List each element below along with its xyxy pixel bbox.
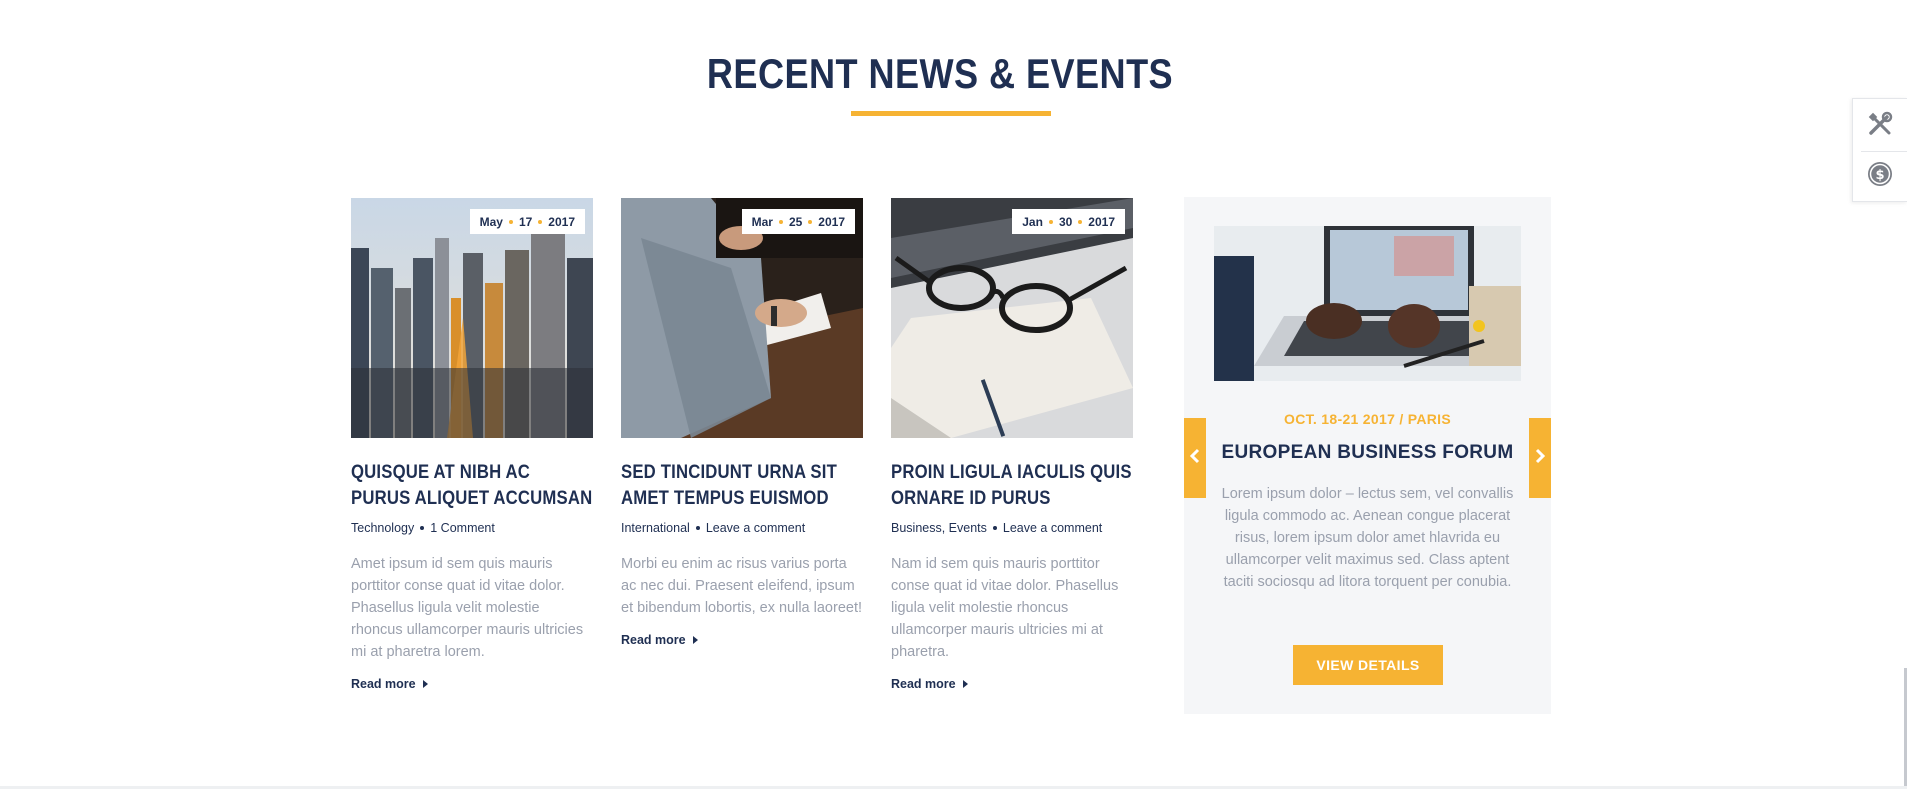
date-day: 30 — [1058, 214, 1073, 229]
page: RECENT NEWS & EVENTS May 17 2017 QUISQUE… — [0, 0, 1907, 789]
date-day: 25 — [788, 214, 803, 229]
date-year: 2017 — [818, 214, 845, 229]
city-skyline-photo[interactable]: May 17 2017 — [351, 198, 593, 438]
date-badge: Jan 30 2017 — [1012, 209, 1125, 234]
caret-right-icon — [422, 680, 428, 688]
date-month: Jan — [1022, 214, 1043, 229]
dot-separator — [1048, 219, 1053, 224]
glasses-notebook-photo[interactable]: Jan 30 2017 — [891, 198, 1133, 438]
title-underline — [851, 111, 1051, 116]
event-slider: OCT. 18-21 2017 / PARIS EUROPEAN BUSINES… — [1184, 197, 1551, 714]
read-more-link[interactable]: Read more — [621, 633, 698, 647]
meta-separator — [695, 526, 700, 530]
writing-desk-photo[interactable]: Mar 25 2017 — [621, 198, 863, 438]
tools-icon — [1867, 111, 1893, 142]
read-more-label: Read more — [621, 633, 686, 647]
dot-separator — [1078, 219, 1083, 224]
date-year: 2017 — [548, 214, 575, 229]
slider-next-button[interactable] — [1529, 418, 1551, 498]
post-category[interactable]: International — [621, 521, 690, 535]
read-more-label: Read more — [891, 677, 956, 691]
post-title[interactable]: QUISQUE AT NIBH AC PURUS ALIQUET ACCUMSA… — [351, 460, 593, 512]
section-title: RECENT NEWS & EVENTS — [706, 50, 1174, 97]
floating-tool-panel: $ — [1852, 98, 1907, 202]
dot-separator — [538, 219, 543, 224]
dot-separator — [508, 219, 513, 224]
date-year: 2017 — [1088, 214, 1115, 229]
tools-button[interactable] — [1865, 111, 1895, 141]
post-excerpt: Nam id sem quis mauris porttitor conse q… — [891, 556, 1119, 660]
pricing-button[interactable]: $ — [1865, 161, 1895, 191]
laptop-typing-photo[interactable] — [1214, 226, 1521, 381]
tool-divider — [1861, 151, 1907, 152]
news-post-1: May 17 2017 QUISQUE AT NIBH AC PURUS ALI… — [351, 198, 593, 693]
date-month: May — [479, 214, 503, 229]
post-comments[interactable]: Leave a comment — [1003, 521, 1102, 535]
news-post-3: Jan 30 2017 PROIN LIGULA IACULIS QUIS OR… — [891, 198, 1133, 693]
dot-separator — [808, 219, 813, 224]
chevron-left-icon — [1189, 448, 1201, 469]
read-more-label: Read more — [351, 677, 416, 691]
news-post-2: Mar 25 2017 SED TINCIDUNT URNA SIT AMET … — [621, 198, 863, 649]
post-category[interactable]: Technology — [351, 521, 414, 535]
dot-separator — [778, 219, 783, 224]
slider-prev-button[interactable] — [1184, 418, 1206, 498]
event-date-location: OCT. 18-21 2017 / PARIS — [1284, 411, 1451, 427]
date-day: 17 — [518, 214, 533, 229]
post-meta: International Leave a comment — [621, 521, 863, 535]
date-month: Mar — [751, 214, 773, 229]
chevron-right-icon — [1534, 448, 1546, 469]
post-title[interactable]: SED TINCIDUNT URNA SIT AMET TEMPUS EUISM… — [621, 460, 863, 512]
post-excerpt: Amet ipsum id sem quis mauris porttitor … — [351, 556, 584, 660]
post-comments[interactable]: Leave a comment — [706, 521, 805, 535]
read-more-link[interactable]: Read more — [351, 677, 428, 691]
post-meta: Technology 1 Comment — [351, 521, 593, 535]
date-badge: May 17 2017 — [469, 209, 585, 234]
post-category[interactable]: Business, Events — [891, 521, 987, 535]
svg-text:$: $ — [1875, 168, 1884, 183]
caret-right-icon — [962, 680, 968, 688]
post-excerpt: Morbi eu enim ac risus varius porta ac n… — [621, 556, 863, 616]
view-details-button[interactable]: VIEW DETAILS — [1293, 645, 1443, 685]
date-badge: Mar 25 2017 — [741, 209, 855, 234]
post-meta: Business, Events Leave a comment — [891, 521, 1133, 535]
event-description: Lorem ipsum dolor – lectus sem, vel conv… — [1221, 486, 1514, 590]
post-comments[interactable]: 1 Comment — [430, 521, 495, 535]
post-title[interactable]: PROIN LIGULA IACULIS QUIS ORNARE ID PURU… — [891, 460, 1133, 512]
read-more-link[interactable]: Read more — [891, 677, 968, 691]
meta-separator — [992, 526, 997, 530]
dollar-circle-icon: $ — [1867, 161, 1893, 192]
caret-right-icon — [692, 636, 698, 644]
meta-separator — [420, 526, 425, 530]
event-title[interactable]: EUROPEAN BUSINESS FORUM — [1184, 442, 1551, 464]
